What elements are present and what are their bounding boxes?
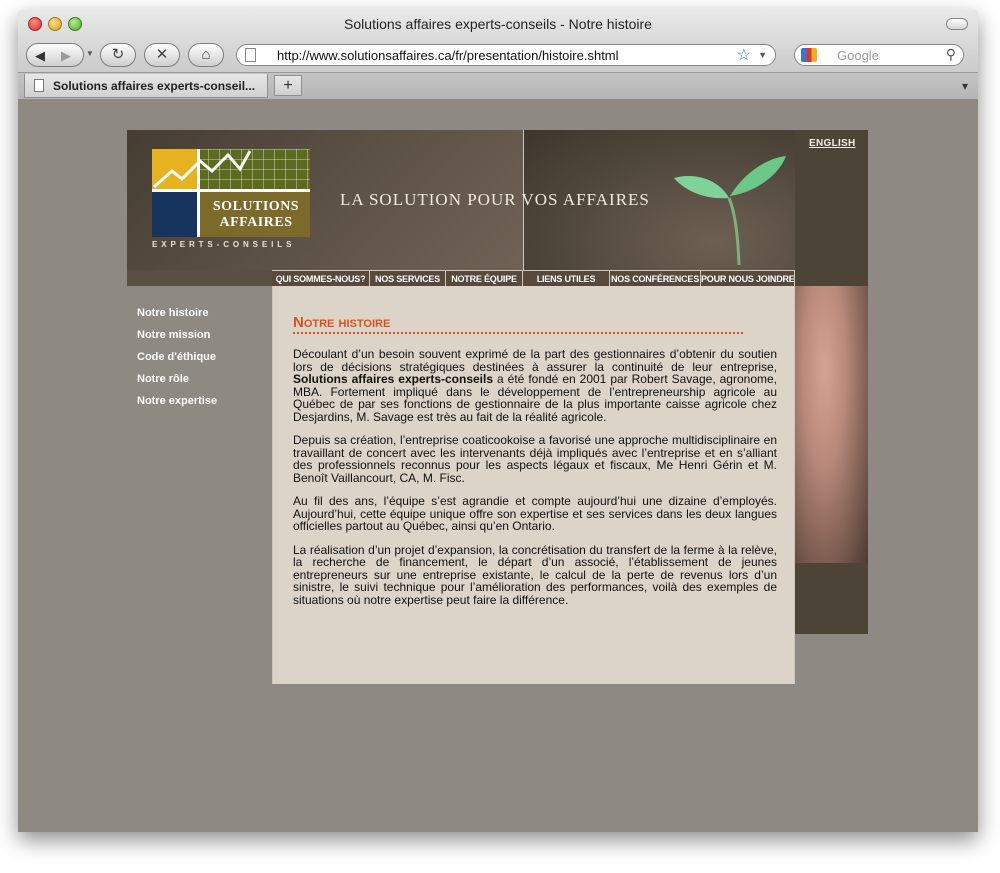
nav-pour-nous-joindre[interactable]: POUR NOUS JOINDRE [701,270,795,286]
logo-text-line2: AFFAIRES [219,215,293,230]
english-link[interactable]: ENGLISH [809,138,856,149]
title-bar: Solutions affaires experts-conseils - No… [18,10,978,99]
main-content: Notre histoire Découlant d’un besoin sou… [272,286,795,684]
back-forward-group: ◀ ▶ [26,43,84,67]
reload-button[interactable]: ↻ [100,43,136,67]
sidebar-item-notre-mission[interactable]: Notre mission [137,324,267,346]
site-logo[interactable]: SOLUTIONS AFFAIRES EXPERTS-CONSEILS [152,149,312,249]
new-tab-button[interactable]: + [274,75,302,96]
logo-text-line1: SOLUTIONS [212,199,300,214]
page-icon [245,48,256,62]
site-tagline: LA SOLUTION POUR VOS AFFAIRES [340,190,650,209]
google-icon[interactable] [801,48,817,62]
sidebar-item-code-ethique[interactable]: Code d'éthique [137,346,267,368]
logo-mark: SOLUTIONS AFFAIRES [152,149,310,237]
browser-window: Solutions affaires experts-conseils - No… [18,10,978,832]
history-dropdown-icon[interactable]: ▼ [86,49,94,58]
home-button[interactable]: ⌂ [188,43,224,67]
sidebar-item-notre-histoire[interactable]: Notre histoire [137,302,267,324]
language-column: ENGLISH [795,130,868,286]
paragraph-1: Découlant d’un besoin souvent exprimé de… [293,348,777,423]
sidebar-item-notre-role[interactable]: Notre rôle [137,368,267,390]
paragraph-1-start: Découlant d’un besoin souvent exprimé de… [293,347,777,374]
right-column-footer [795,563,868,634]
search-icon[interactable]: ⚲ [946,46,956,63]
nav-notre-equipe[interactable]: NOTRE ÉQUIPE [446,270,523,286]
tab-current[interactable]: Solutions affaires experts-conseil... [24,74,268,98]
paragraph-3: Au fil des ans, l’équipe s’est agrandie … [293,494,777,533]
tab-bar: Solutions affaires experts-conseil... + … [18,72,978,99]
page-viewport: ENGLISH LA SOLUTION POUR VOS AFFAIRES SO… [18,100,978,832]
search-field[interactable]: Google ⚲ [794,44,964,66]
content-body: Découlant d’un besoin souvent exprimé de… [293,348,777,617]
url-dropdown-icon[interactable]: ▼ [758,50,767,60]
nav-qui-sommes-nous[interactable]: QUI SOMMES-NOUS? [272,270,370,286]
nav-liens-utiles[interactable]: LIENS UTILES [523,270,610,286]
sidebar-nav: Notre histoire Notre mission Code d'éthi… [137,302,267,412]
tab-label: Solutions affaires experts-conseil... [53,79,256,93]
url-text[interactable]: http://www.solutionsaffaires.ca/fr/prese… [277,48,619,63]
piglets-photo [795,286,868,563]
forward-icon[interactable]: ▶ [61,48,71,64]
chart-line-icon [153,150,252,189]
page-icon [34,79,44,92]
sidebar-item-notre-expertise[interactable]: Notre expertise [137,390,267,412]
tab-list-icon[interactable]: ▾ [952,75,978,97]
address-bar[interactable]: http://www.solutionsaffaires.ca/fr/prese… [236,44,776,66]
logo-divider-h [152,189,310,192]
site-header: ENGLISH LA SOLUTION POUR VOS AFFAIRES SO… [127,130,868,286]
main-nav: QUI SOMMES-NOUS? NOS SERVICES NOTRE ÉQUI… [272,270,795,286]
logo-subtitle: EXPERTS-CONSEILS [152,240,296,249]
stop-button[interactable]: ✕ [144,43,180,67]
bookmark-star-icon[interactable]: ☆ [737,45,751,65]
back-icon[interactable]: ◀ [35,48,45,64]
toolbar-toggle-button[interactable] [946,18,968,30]
nav-nos-conferences[interactable]: NOS CONFÉRENCES [610,270,701,286]
paragraph-4: La réalisation d’un projet d’expansion, … [293,542,777,607]
navigation-toolbar: ◀ ▶ ▼ ↻ ✕ ⌂ http://www.solutionsaffaires… [18,40,978,70]
logo-blue-block [152,192,197,237]
window-title: Solutions affaires experts-conseils - No… [344,16,652,32]
search-placeholder: Google [837,48,879,63]
nav-nos-services[interactable]: NOS SERVICES [370,270,446,286]
paragraph-2: Depuis sa création, l’entreprise coatico… [293,433,777,485]
page-title: Notre histoire [293,314,743,334]
